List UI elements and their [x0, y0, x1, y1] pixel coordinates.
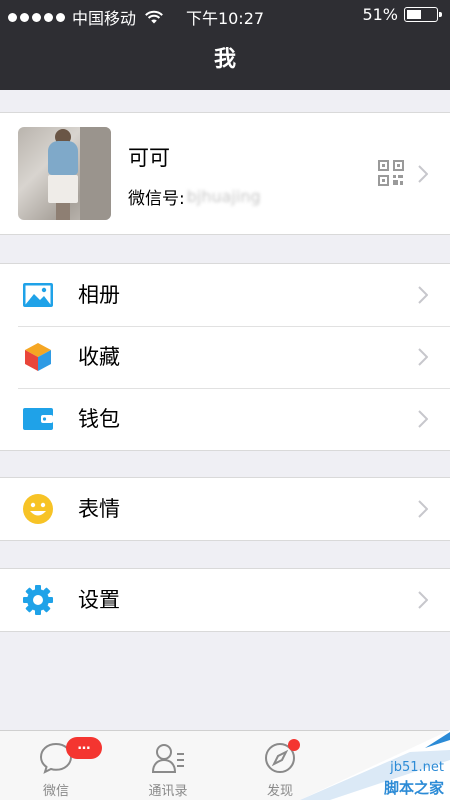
menu-item-favorites-label: 收藏	[78, 345, 120, 369]
album-icon	[23, 283, 53, 307]
tab-bar: … 微信 通讯录 发现 我 jb51.net 脚本之家	[0, 730, 450, 800]
wechat-id-value: bjhuajing	[186, 187, 261, 206]
tab-chats[interactable]: … 微信	[0, 731, 112, 800]
battery-icon	[404, 7, 442, 22]
status-bar: 中国移动 下午10:27 51%	[0, 0, 450, 30]
chevron-right-icon	[418, 165, 428, 183]
favorites-cube-icon	[25, 343, 51, 371]
battery-status: 51%	[362, 5, 442, 24]
contacts-icon	[151, 744, 184, 773]
chevron-right-icon	[418, 410, 428, 428]
smiley-icon	[23, 494, 53, 524]
menu-item-album[interactable]: 相册	[0, 264, 450, 326]
menu-group-main: 相册 收藏 钱包	[0, 263, 450, 451]
wallet-icon	[23, 408, 53, 430]
menu-item-stickers-label: 表情	[78, 497, 120, 521]
wechat-id-row: 微信号: bjhuajing	[128, 184, 261, 209]
chevron-right-icon	[418, 348, 428, 366]
watermark-site: jb51.net	[390, 760, 444, 775]
battery-percent: 51%	[362, 5, 398, 24]
menu-item-wallet-label: 钱包	[78, 407, 120, 431]
menu-item-wallet[interactable]: 钱包	[0, 388, 450, 450]
menu-item-settings-label: 设置	[78, 588, 120, 612]
watermark: jb51.net 脚本之家	[300, 730, 450, 800]
chevron-right-icon	[418, 591, 428, 609]
chevron-right-icon	[418, 500, 428, 518]
wechat-id-label: 微信号:	[128, 189, 185, 209]
gear-icon	[23, 585, 53, 615]
qr-code-icon[interactable]	[378, 160, 404, 186]
menu-group-settings: 设置	[0, 568, 450, 632]
unread-badge: …	[66, 737, 102, 759]
menu-item-settings[interactable]: 设置	[0, 569, 450, 631]
menu-item-album-label: 相册	[78, 283, 120, 307]
tab-chats-label: 微信	[42, 784, 69, 799]
profile-nickname: 可可	[128, 146, 170, 170]
tab-contacts-label: 通讯录	[148, 784, 188, 799]
tab-contacts[interactable]: 通讯录	[112, 731, 224, 800]
new-dot-badge	[288, 739, 300, 751]
chevron-right-icon	[418, 286, 428, 304]
menu-item-favorites[interactable]: 收藏	[0, 326, 450, 388]
watermark-name: 脚本之家	[383, 779, 444, 797]
avatar[interactable]	[18, 127, 111, 220]
profile-card[interactable]: 可可 微信号: bjhuajing	[0, 112, 450, 235]
page-title: 我	[0, 30, 450, 90]
menu-group-stickers: 表情	[0, 477, 450, 541]
menu-item-stickers[interactable]: 表情	[0, 478, 450, 540]
